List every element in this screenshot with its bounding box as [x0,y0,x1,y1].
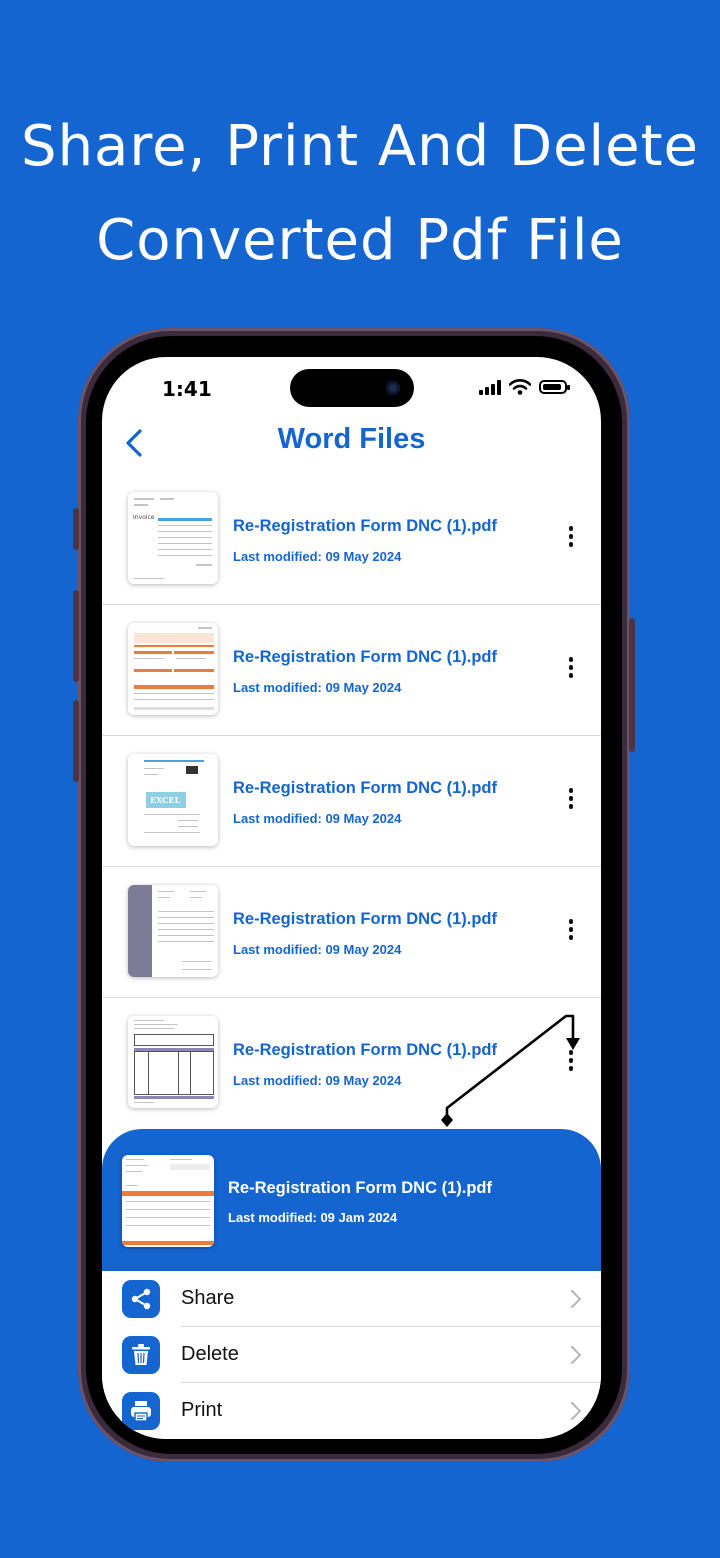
file-name: Re-Registration Form DNC (1).pdf [233,779,497,797]
selected-file-name: Re-Registration Form DNC (1).pdf [228,1179,492,1197]
file-date: Last modified: 09 May 2024 [233,811,402,826]
file-row[interactable]: EXCEL Re-Registration Form DNC (1).pdf L… [102,736,601,867]
file-row[interactable]: Re-Registration Form DNC (1).pdf Last mo… [102,998,601,1128]
file-date: Last modified: 09 May 2024 [233,942,402,957]
file-date: Last modified: 09 May 2024 [233,1073,402,1088]
delete-action[interactable]: Delete [102,1327,601,1383]
file-thumbnail: EXCEL [128,754,218,846]
more-options-icon[interactable] [565,526,577,550]
power-button [629,618,635,752]
action-sheet: Re-Registration Form DNC (1).pdf Last mo… [102,1129,601,1439]
wifi-icon [509,379,531,395]
more-options-icon[interactable] [565,657,577,681]
more-options-icon[interactable] [565,919,577,943]
action-sheet-header: Re-Registration Form DNC (1).pdf Last mo… [102,1129,601,1271]
camera-icon [386,381,400,395]
headline: Share, Print And Delete Converted Pdf Fi… [0,100,720,288]
file-thumbnail [128,1016,218,1108]
chevron-right-icon [571,1346,581,1364]
page-title: Word Files [277,423,426,455]
file-thumbnail [128,885,218,977]
headline-line-2: Converted Pdf File [96,208,624,273]
volume-up-button [73,590,79,682]
battery-icon [539,380,570,394]
file-date: Last modified: 09 May 2024 [233,549,402,564]
file-row[interactable]: Re-Registration Form DNC (1).pdf Last mo… [102,605,601,736]
status-icons [479,379,570,395]
printer-icon [122,1392,160,1430]
print-action[interactable]: Print [102,1383,601,1439]
dynamic-island [290,369,414,407]
chevron-right-icon [571,1402,581,1420]
signal-icon [479,379,501,395]
share-icon [122,1280,160,1318]
file-name: Re-Registration Form DNC (1).pdf [233,1041,497,1059]
selected-file-date: Last modified: 09 Jam 2024 [228,1210,398,1225]
file-thumbnail [128,623,218,715]
file-row[interactable]: Re-Registration Form DNC (1).pdf Last mo… [102,867,601,998]
file-name: Re-Registration Form DNC (1).pdf [233,910,497,928]
file-thumbnail: Invoice [128,492,218,584]
file-name: Re-Registration Form DNC (1).pdf [233,517,497,535]
status-time: 1:41 [162,377,212,401]
more-options-icon[interactable] [565,1050,577,1074]
silent-switch [73,508,79,550]
file-name: Re-Registration Form DNC (1).pdf [233,648,497,666]
action-menu: Share Delete Print [102,1271,601,1439]
file-thumbnail [122,1155,214,1247]
volume-down-button [73,700,79,782]
trash-icon [122,1336,160,1374]
thumbnail-title: Invoice [133,514,155,521]
file-list: Invoice Re-Registration Form DNC (1).pdf… [102,474,601,1128]
chevron-right-icon [571,1290,581,1308]
file-row[interactable]: Invoice Re-Registration Form DNC (1).pdf… [102,474,601,605]
file-date: Last modified: 09 May 2024 [233,680,402,695]
headline-line-1: Share, Print And Delete [21,114,699,179]
print-label: Print [181,1399,223,1421]
share-action[interactable]: Share [102,1271,601,1327]
share-label: Share [181,1287,235,1309]
more-options-icon[interactable] [565,788,577,812]
phone-screen: 1:41 Word Files Invoice Re-Registration … [102,357,601,1439]
delete-label: Delete [181,1343,239,1365]
thumbnail-excel-label: EXCEL [150,795,181,805]
